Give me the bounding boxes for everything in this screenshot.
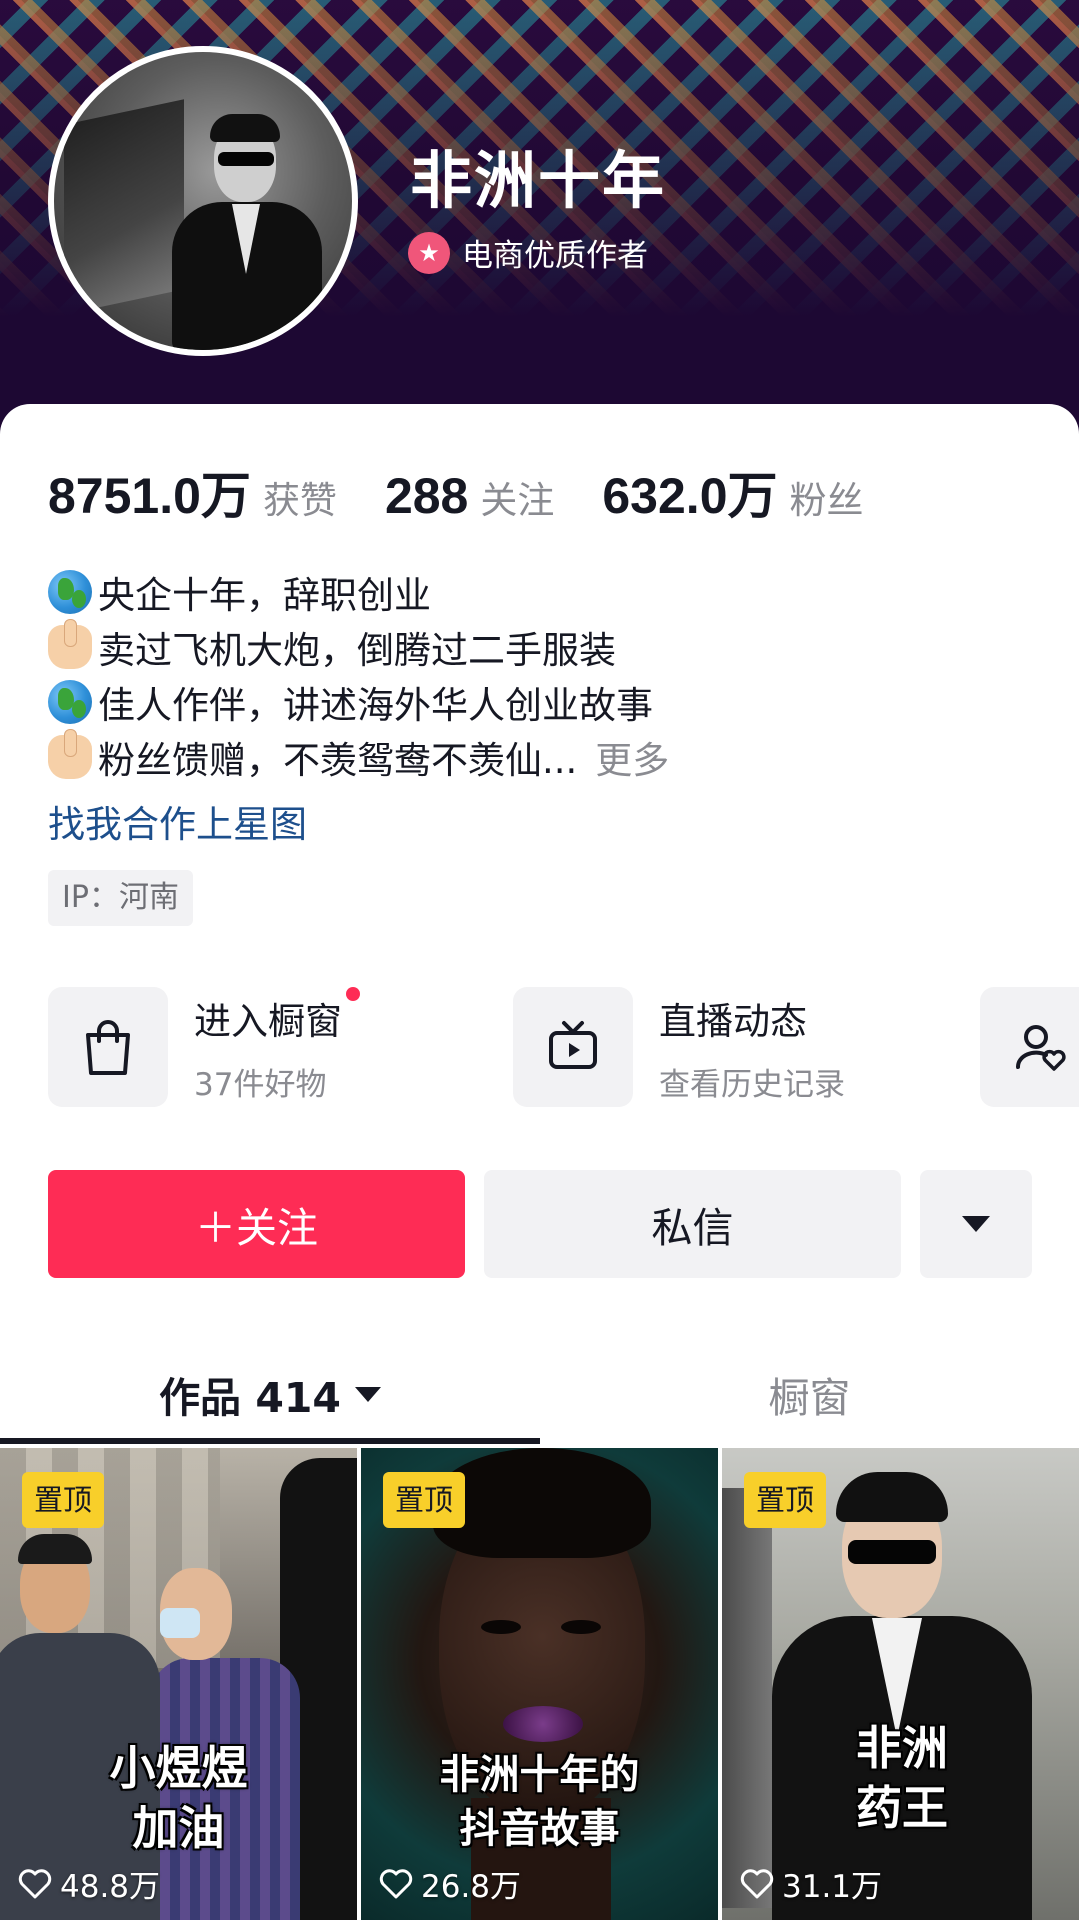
pinned-tag: 置顶: [744, 1472, 827, 1528]
stats-row: 8751.0万 获赞 288 关注 632.0万 粉丝: [48, 456, 912, 528]
follow-button[interactable]: ＋关注: [48, 1170, 465, 1278]
stat-following[interactable]: 288 关注: [385, 467, 554, 525]
bio-line: 央企十年，辞职创业: [48, 564, 1038, 619]
shopping-bag-icon: [48, 987, 168, 1107]
entry-subtitle: 37件好物: [194, 1066, 327, 1103]
video-likes: 26.8万: [379, 1861, 521, 1906]
content-tabs: 作品 414 橱窗: [0, 1344, 1079, 1444]
globe-emoji-icon: [48, 569, 92, 614]
tv-icon: [513, 987, 633, 1107]
profile-card: 8751.0万 获赞 288 关注 632.0万 粉丝 央企十年，辞职创业 卖过…: [0, 404, 1079, 1920]
ip-location-tag: IP：河南: [48, 870, 193, 926]
creator-badge[interactable]: ★ 电商优质作者: [408, 230, 648, 275]
bio-line: 佳人作伴，讲述海外华人创业故事: [48, 674, 1038, 729]
unread-dot: [346, 986, 360, 1001]
nickname: 非洲十年: [410, 144, 667, 217]
video-thumbnail[interactable]: 置顶 小煜煜 加油 48.8万: [0, 1448, 357, 1920]
stat-value: 8751.0万: [48, 468, 251, 524]
video-caption: 小煜煜 加油: [109, 1741, 248, 1855]
pinned-tag: 置顶: [22, 1472, 105, 1528]
stat-likes[interactable]: 8751.0万 获赞: [48, 456, 337, 528]
user-heart-icon: [980, 987, 1079, 1107]
video-caption: 非洲十年的 抖音故事: [439, 1752, 640, 1852]
bio-text: 卖过飞机大炮，倒腾过二手服装: [98, 628, 616, 672]
caret-down-icon: [962, 1216, 990, 1232]
tab-works[interactable]: 作品 414: [0, 1344, 540, 1444]
video-likes: 48.8万: [18, 1861, 160, 1906]
xingtu-cooperation-link[interactable]: 找我合作上星图: [48, 790, 1038, 852]
caret-down-icon: [354, 1386, 381, 1402]
shop-window-entry[interactable]: 进入橱窗 37件好物: [48, 986, 360, 1107]
pinned-tag: 置顶: [383, 1472, 466, 1528]
heart-outline-icon: [740, 1868, 774, 1898]
message-button[interactable]: 私信: [484, 1170, 901, 1278]
stat-value: 632.0万: [602, 468, 778, 524]
bio: 央企十年，辞职创业 卖过飞机大炮，倒腾过二手服装 佳人作伴，讲述海外华人创业故事…: [48, 564, 1038, 926]
video-thumbnail[interactable]: 置顶 非洲十年的 抖音故事 26.8万: [361, 1448, 718, 1920]
video-likes: 31.1万: [740, 1861, 882, 1906]
more-actions-button[interactable]: [920, 1170, 1032, 1278]
heart-outline-icon: [379, 1868, 413, 1898]
video-caption: 非洲 药王: [856, 1721, 948, 1835]
video-grid: 置顶 小煜煜 加油 48.8万 置顶 非洲十年的 抖音故事 26.8万 置顶 非…: [0, 1448, 1079, 1920]
badge-label: 电商优质作者: [462, 238, 648, 274]
live-history-entry[interactable]: 直播动态 查看历史记录: [513, 987, 845, 1107]
pointing-hand-emoji-icon: [48, 618, 92, 669]
bio-line: 粉丝馈赠，不羡鸳鸯不羡仙... 更多: [48, 728, 1038, 784]
heart-outline-icon: [18, 1868, 52, 1898]
bio-line: 卖过飞机大炮，倒腾过二手服装: [48, 618, 1038, 674]
entry-title: 进入橱窗: [194, 986, 360, 1045]
entry-title: 直播动态: [659, 999, 807, 1043]
star-badge-icon: ★: [408, 231, 450, 274]
video-thumbnail[interactable]: 置顶 非洲 药王 31.1万: [722, 1448, 1079, 1920]
tab-shop-window[interactable]: 橱窗: [540, 1344, 1079, 1444]
stat-label: 粉丝: [789, 479, 864, 522]
bio-more-link[interactable]: 更多: [595, 730, 669, 784]
bio-text: 佳人作伴，讲述海外华人创业故事: [98, 683, 653, 727]
stat-followers[interactable]: 632.0万 粉丝: [602, 456, 863, 528]
entry-subtitle: 查看历史记录: [659, 1066, 845, 1103]
globe-emoji-icon: [48, 679, 92, 724]
pointing-hand-emoji-icon: [48, 728, 92, 779]
fan-group-entry[interactable]: [980, 987, 1079, 1107]
tab-label: 作品 414: [159, 1374, 341, 1422]
stat-value: 288: [384, 468, 469, 524]
avatar[interactable]: [48, 46, 358, 356]
bio-text: 央企十年，辞职创业: [98, 573, 431, 617]
stat-label: 关注: [480, 479, 555, 522]
stat-label: 获赞: [262, 479, 337, 522]
bio-text: 粉丝馈赠，不羡鸳鸯不羡仙...: [98, 738, 578, 782]
active-tab-indicator: [0, 1438, 540, 1444]
